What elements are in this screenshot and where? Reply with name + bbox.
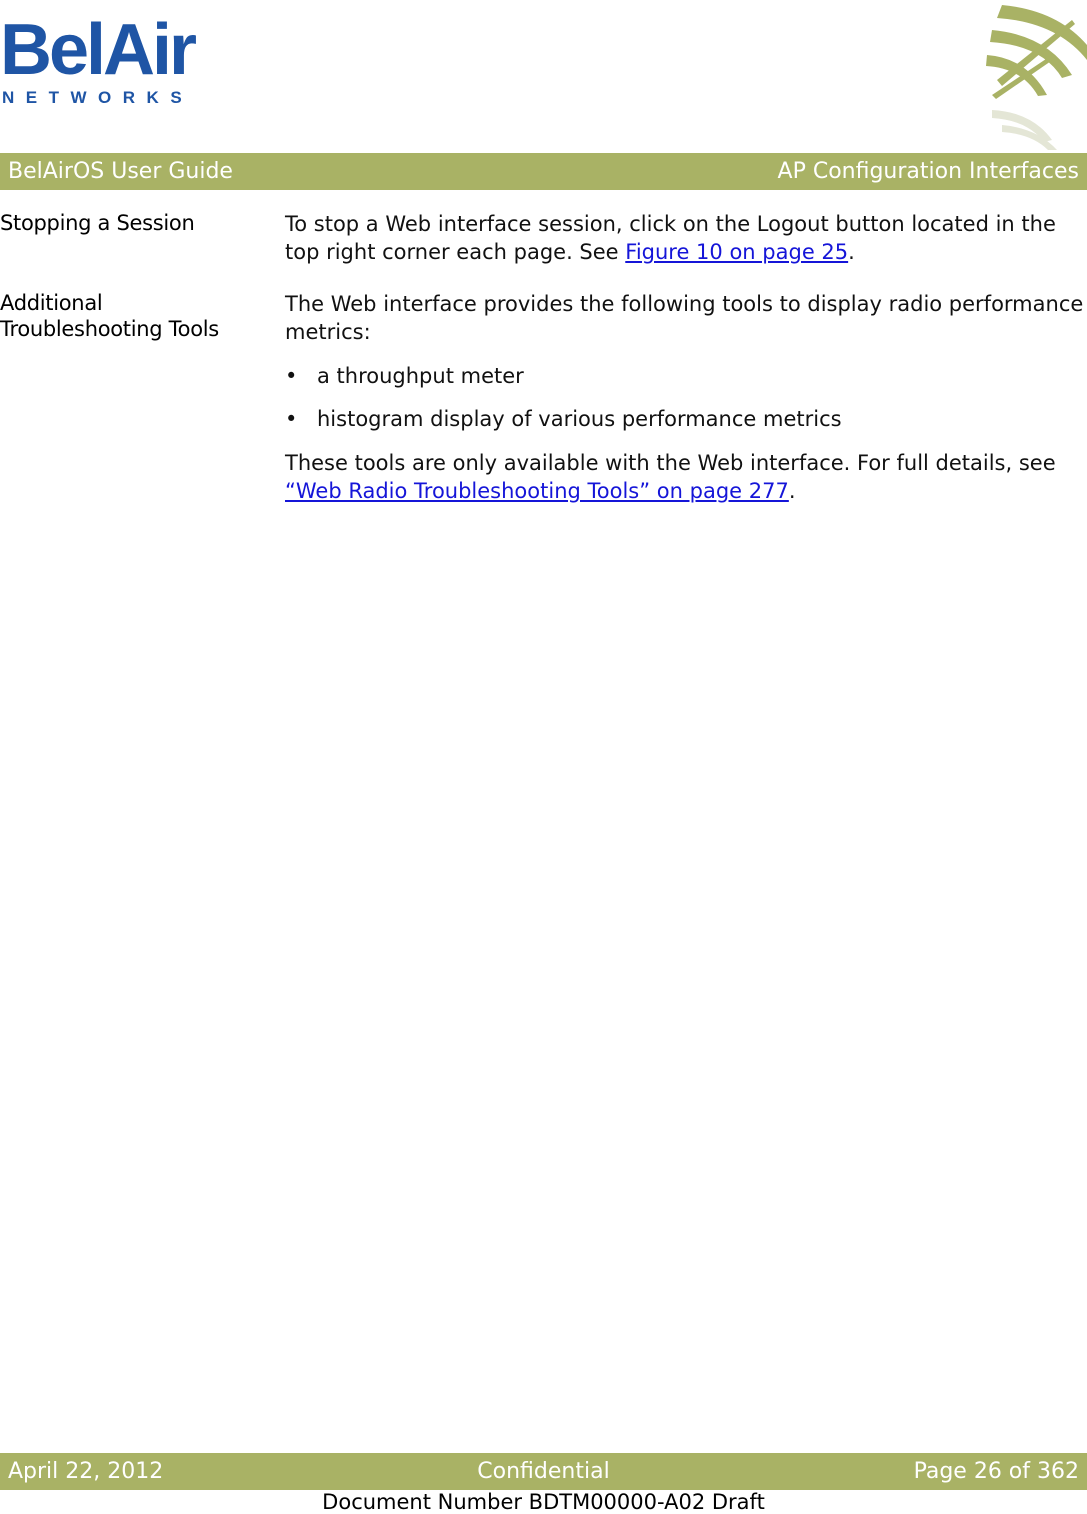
- bullet-icon: •: [285, 364, 298, 388]
- intro-paragraph: The Web interface provides the following…: [285, 292, 1084, 344]
- paragraph-text: .: [788, 479, 796, 503]
- list-item: • a throughput meter: [285, 362, 1085, 390]
- heading-line: Additional: [0, 291, 103, 315]
- list-item-text: a throughput meter: [317, 364, 524, 388]
- list-item-text: histogram display of various performance…: [317, 407, 842, 431]
- troubleshooting-tools-link[interactable]: “Web Radio Troubleshooting Tools” on pag…: [285, 479, 789, 503]
- list-item: • histogram display of various performan…: [285, 405, 1085, 433]
- header-band: BelAirOS User Guide AP Configuration Int…: [0, 153, 1087, 190]
- section-body: To stop a Web interface session, click o…: [285, 210, 1085, 266]
- logo-wordmark: BelAir: [0, 10, 197, 90]
- paragraph-text: .: [848, 240, 855, 264]
- section-body: The Web interface provides the following…: [285, 290, 1085, 505]
- belair-logo: BelAir NETWORKS: [0, 10, 200, 110]
- swoosh-graphic-icon: [986, 5, 1087, 150]
- closing-paragraph: These tools are only available with the …: [285, 449, 1085, 505]
- figure-link[interactable]: Figure 10 on page 25: [625, 240, 848, 264]
- section-heading: Additional Troubleshooting Tools: [0, 290, 270, 342]
- logo-subtitle: NETWORKS: [2, 88, 194, 107]
- section-heading: Stopping a Session: [0, 211, 195, 235]
- paragraph: To stop a Web interface session, click o…: [285, 210, 1085, 266]
- guide-title: BelAirOS User Guide: [8, 159, 233, 184]
- document-number: Document Number BDTM00000-A02 Draft: [322, 1490, 765, 1514]
- bullet-icon: •: [285, 407, 298, 431]
- paragraph-text: These tools are only available with the …: [285, 451, 1056, 475]
- chapter-title: AP Configuration Interfaces: [777, 159, 1079, 184]
- page-number: Page 26 of 362: [913, 1459, 1079, 1484]
- footer-band: April 22, 2012 Confidential Page 26 of 3…: [0, 1453, 1087, 1490]
- heading-line: Troubleshooting Tools: [0, 317, 219, 341]
